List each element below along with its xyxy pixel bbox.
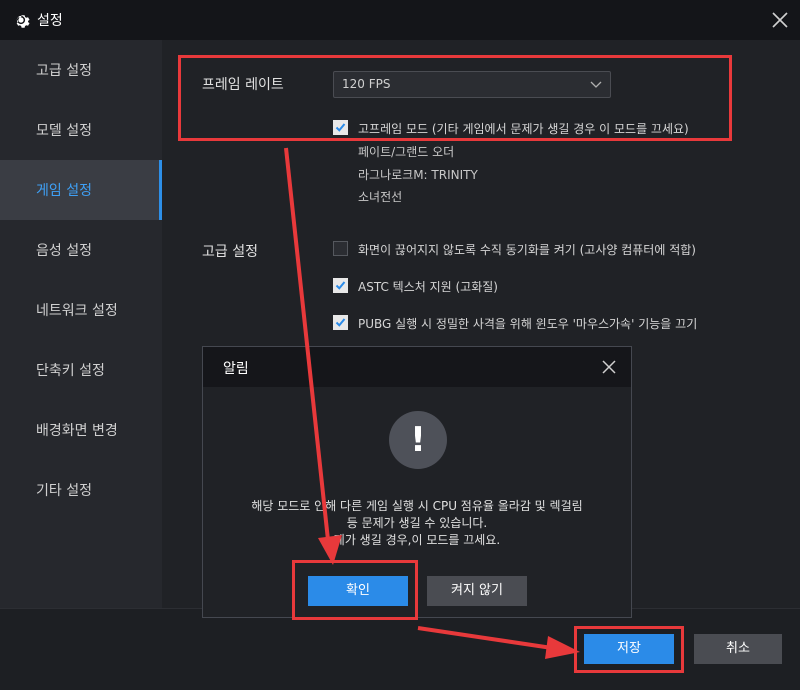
sidebar-item-wallpaper[interactable]: 배경화면 변경	[0, 400, 162, 460]
cancel-button[interactable]: 취소	[694, 634, 782, 664]
sidebar-item-game[interactable]: 게임 설정	[0, 160, 162, 220]
supported-game: 라그나로크M: TRINITY	[358, 168, 478, 182]
astc-label: ASTC 텍스처 지원 (고화질)	[358, 280, 498, 294]
sidebar-item-model[interactable]: 모델 설정	[0, 100, 162, 160]
dialog-message-line: 등 문제가 생길 수 있습니다.	[346, 516, 488, 530]
advanced-settings-label: 고급 설정	[202, 244, 258, 260]
annotation-box	[292, 560, 418, 620]
dont-enable-button[interactable]: 켜지 않기	[427, 576, 527, 606]
annotation-box	[178, 55, 732, 141]
sidebar-item-audio[interactable]: 음성 설정	[0, 220, 162, 280]
check-icon	[335, 318, 346, 327]
close-icon[interactable]	[770, 10, 790, 30]
sidebar-item-shortcuts[interactable]: 단축키 설정	[0, 340, 162, 400]
title-bar: 설정	[0, 0, 800, 40]
sidebar-item-label: 게임 설정	[36, 183, 92, 199]
astc-checkbox[interactable]	[333, 278, 348, 293]
annotation-box	[574, 626, 684, 673]
exclamation-icon: !	[389, 411, 447, 469]
sidebar: 고급 설정 모델 설정 게임 설정 음성 설정 네트워크 설정 단축키 설정 배…	[0, 40, 162, 608]
sidebar-item-label: 배경화면 변경	[36, 423, 118, 439]
pubg-mouse-accel-label: PUBG 실행 시 정밀한 사격을 위해 윈도우 '마우스가속' 기능을 끄기	[358, 317, 698, 331]
dialog-title: 알림	[223, 361, 249, 377]
sidebar-item-label: 기타 설정	[36, 483, 92, 499]
check-icon	[335, 281, 346, 290]
gear-icon	[16, 15, 30, 28]
vsync-checkbox[interactable]	[333, 241, 348, 256]
sidebar-item-label: 네트워크 설정	[36, 303, 118, 319]
sidebar-item-network[interactable]: 네트워크 설정	[0, 280, 162, 340]
vsync-label: 화면이 끊어지지 않도록 수직 동기화를 켜기 (고사양 컴퓨터에 적합)	[358, 243, 696, 257]
sidebar-item-label: 음성 설정	[36, 243, 92, 259]
window-title: 설정	[37, 13, 63, 29]
sidebar-item-label: 단축키 설정	[36, 363, 105, 379]
dialog-header: 알림	[203, 347, 631, 387]
sidebar-item-advanced[interactable]: 고급 설정	[0, 40, 162, 100]
supported-game: 페이트/그랜드 오더	[358, 145, 455, 159]
sidebar-item-label: 모델 설정	[36, 123, 92, 139]
pubg-mouse-accel-checkbox[interactable]	[333, 315, 348, 330]
dialog-message-line: 해당 모드로 인해 다른 게임 실행 시 CPU 점유율 올라감 및 렉걸림	[251, 499, 583, 513]
dialog-message-line: 제가 생길 경우,이 모드를 끄세요.	[333, 533, 501, 547]
dialog-close-icon[interactable]	[601, 359, 617, 375]
sidebar-item-label: 고급 설정	[36, 63, 92, 79]
sidebar-item-other[interactable]: 기타 설정	[0, 460, 162, 520]
supported-game: 소녀전선	[358, 190, 403, 204]
